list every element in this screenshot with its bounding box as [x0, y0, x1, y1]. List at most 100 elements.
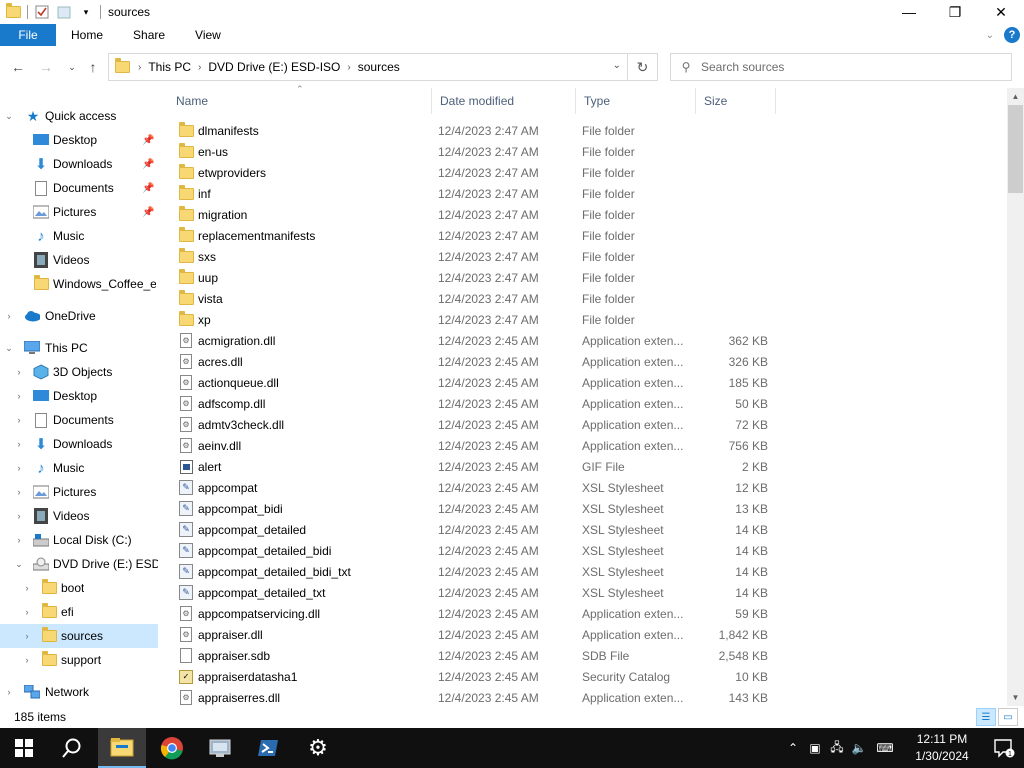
- file-row[interactable]: ⚙ adfscomp.dll 12/4/2023 2:45 AM Applicatio…: [168, 393, 778, 414]
- chevron-right-icon[interactable]: ›: [130, 62, 141, 73]
- notifications-button[interactable]: 1: [984, 738, 1024, 758]
- nav-qa-desktop[interactable]: Desktop 📌: [0, 128, 158, 152]
- file-row[interactable]: ✎ appcompat_detailed_txt 12/4/2023 2:45 AM…: [168, 582, 778, 603]
- taskbar-powershell[interactable]: [244, 728, 292, 768]
- expand-chevron-icon[interactable]: ›: [22, 655, 32, 665]
- close-button[interactable]: ✕: [978, 0, 1024, 24]
- breadcrumb-dvd-drive[interactable]: DVD Drive (E:) ESD-ISO: [201, 60, 347, 74]
- network-tray-icon[interactable]: 🖧: [826, 738, 848, 759]
- maximize-button[interactable]: ❐: [932, 0, 978, 24]
- taskbar-file-explorer[interactable]: [98, 728, 146, 768]
- expand-chevron-icon[interactable]: ›: [14, 463, 24, 473]
- file-row[interactable]: ✎ appcompat 12/4/2023 2:45 AM XSL Styleshee…: [168, 477, 778, 498]
- nav-folder-sources[interactable]: › sources: [0, 624, 158, 648]
- pin-icon[interactable]: 📌: [142, 183, 154, 194]
- nav-onedrive[interactable]: › OneDrive: [0, 304, 158, 328]
- nav-pc-3d-objects[interactable]: › 3D Objects: [0, 360, 158, 384]
- forward-button[interactable]: →: [36, 50, 56, 84]
- expand-chevron-icon[interactable]: ›: [14, 511, 24, 521]
- column-header-name[interactable]: Name: [168, 88, 432, 114]
- tab-view[interactable]: View: [180, 24, 236, 46]
- expand-chevron-icon[interactable]: ›: [14, 391, 24, 401]
- pin-icon[interactable]: 📌: [142, 207, 154, 218]
- nav-pc-documents[interactable]: › Documents: [0, 408, 158, 432]
- expand-chevron-icon[interactable]: ›: [4, 687, 14, 697]
- nav-folder-boot[interactable]: › boot: [0, 576, 158, 600]
- show-hidden-icons-chevron-icon[interactable]: ⌃: [782, 741, 804, 755]
- file-row[interactable]: ⚙ acmigration.dll 12/4/2023 2:45 AM Applica…: [168, 330, 778, 351]
- large-icons-view-button[interactable]: ▭: [998, 708, 1018, 726]
- file-row[interactable]: ⚙ actionqueue.dll 12/4/2023 2:45 AM Applica…: [168, 372, 778, 393]
- nav-pc-videos[interactable]: › Videos: [0, 504, 158, 528]
- file-row[interactable]: ⚙ acres.dll 12/4/2023 2:45 AM Application e…: [168, 351, 778, 372]
- file-row[interactable]: ⚙ appraiser.dll 12/4/2023 2:45 AM Applicati…: [168, 624, 778, 645]
- scrollbar-thumb[interactable]: [1008, 105, 1023, 193]
- collapse-chevron-icon[interactable]: ⌄: [14, 559, 24, 570]
- file-row[interactable]: alert 12/4/2023 2:45 AM GIF File 2 KB: [168, 456, 778, 477]
- file-row[interactable]: dlmanifests 12/4/2023 2:47 AM File folder: [168, 120, 778, 141]
- taskbar-chrome[interactable]: [148, 728, 196, 768]
- scroll-up-arrow-icon[interactable]: ▲: [1007, 88, 1024, 105]
- file-row[interactable]: ⚙ aeinv.dll 12/4/2023 2:45 AM Application e…: [168, 435, 778, 456]
- expand-chevron-icon[interactable]: ›: [22, 583, 32, 593]
- nav-qa-downloads[interactable]: ⬇ Downloads 📌: [0, 152, 158, 176]
- file-row[interactable]: vista 12/4/2023 2:47 AM File folder: [168, 288, 778, 309]
- breadcrumb-this-pc[interactable]: This PC: [141, 60, 198, 74]
- nav-pc-music[interactable]: › ♪ Music: [0, 456, 158, 480]
- nav-this-pc[interactable]: ⌄ This PC: [0, 336, 158, 360]
- nav-qa-pictures[interactable]: Pictures 📌: [0, 200, 158, 224]
- expand-chevron-icon[interactable]: ›: [14, 535, 24, 545]
- nav-pc-pictures[interactable]: › Pictures: [0, 480, 158, 504]
- file-row[interactable]: xp 12/4/2023 2:47 AM File folder: [168, 309, 778, 330]
- nav-pc-desktop[interactable]: › Desktop: [0, 384, 158, 408]
- tab-file[interactable]: File: [0, 24, 56, 46]
- nav-qa-windows-coffee[interactable]: Windows_Coffee_ec: [0, 272, 158, 296]
- file-row[interactable]: replacementmanifests 12/4/2023 2:47 AM Fil…: [168, 225, 778, 246]
- taskbar-search-button[interactable]: [48, 728, 96, 768]
- column-header-type[interactable]: Type: [576, 88, 696, 114]
- expand-chevron-icon[interactable]: ›: [4, 311, 14, 321]
- expand-chevron-icon[interactable]: ›: [14, 367, 24, 377]
- nav-qa-videos[interactable]: Videos: [0, 248, 158, 272]
- start-button[interactable]: [0, 728, 48, 768]
- file-row[interactable]: appraiser.sdb 12/4/2023 2:45 AM SDB File 2,…: [168, 645, 778, 666]
- action-center-tray-icon[interactable]: ▣: [804, 741, 826, 755]
- nav-qa-music[interactable]: ♪ Music: [0, 224, 158, 248]
- nav-pc-downloads[interactable]: › ⬇ Downloads: [0, 432, 158, 456]
- nav-pc-local-disk[interactable]: › Local Disk (C:): [0, 528, 158, 552]
- address-bar[interactable]: › This PC › DVD Drive (E:) ESD-ISO › sou…: [108, 53, 658, 81]
- back-button[interactable]: ←: [8, 50, 28, 84]
- file-row[interactable]: etwproviders 12/4/2023 2:47 AM File folder: [168, 162, 778, 183]
- file-row[interactable]: ⚙ admtv3check.dll 12/4/2023 2:45 AM Applica…: [168, 414, 778, 435]
- keyboard-icon[interactable]: ⌨: [870, 741, 900, 755]
- file-row[interactable]: sxs 12/4/2023 2:47 AM File folder: [168, 246, 778, 267]
- nav-network[interactable]: › Network: [0, 680, 158, 704]
- help-button[interactable]: ?: [1004, 27, 1020, 43]
- file-row[interactable]: migration 12/4/2023 2:47 AM File folder: [168, 204, 778, 225]
- chevron-down-icon[interactable]: ⌄: [986, 30, 994, 41]
- volume-muted-icon[interactable]: 🔈: [848, 741, 870, 755]
- taskbar-network-app[interactable]: [196, 728, 244, 768]
- file-row[interactable]: uup 12/4/2023 2:47 AM File folder: [168, 267, 778, 288]
- nav-qa-documents[interactable]: Documents 📌: [0, 176, 158, 200]
- pin-icon[interactable]: 📌: [142, 135, 154, 146]
- pin-icon[interactable]: 📌: [142, 159, 154, 170]
- properties-icon[interactable]: [34, 4, 50, 20]
- file-row[interactable]: ✓ appraiserdatasha1 12/4/2023 2:45 AM Secur…: [168, 666, 778, 687]
- scroll-down-arrow-icon[interactable]: ▼: [1007, 689, 1024, 706]
- tab-share[interactable]: Share: [118, 24, 180, 46]
- refresh-button[interactable]: ↻: [627, 54, 657, 80]
- collapse-chevron-icon[interactable]: ⌄: [4, 111, 14, 122]
- file-row[interactable]: ✎ appcompat_detailed_bidi_txt 12/4/2023 2:…: [168, 561, 778, 582]
- recent-locations-button[interactable]: ⌄: [62, 50, 82, 84]
- expand-chevron-icon[interactable]: ›: [14, 415, 24, 425]
- up-button[interactable]: ↑: [83, 50, 103, 84]
- minimize-button[interactable]: —: [886, 0, 932, 24]
- nav-quick-access[interactable]: ⌄ ★ Quick access: [0, 104, 158, 128]
- file-row[interactable]: ✎ appcompat_detailed_bidi 12/4/2023 2:45 A…: [168, 540, 778, 561]
- file-row[interactable]: ✎ appcompat_detailed 12/4/2023 2:45 AM XSL …: [168, 519, 778, 540]
- nav-pc-dvd-drive[interactable]: ⌄ DVD Drive (E:) ESD-I: [0, 552, 158, 576]
- nav-folder-efi[interactable]: › efi: [0, 600, 158, 624]
- address-dropdown-icon[interactable]: ⌄: [613, 60, 621, 71]
- clock[interactable]: 12:11 PM 1/30/2024: [900, 731, 984, 765]
